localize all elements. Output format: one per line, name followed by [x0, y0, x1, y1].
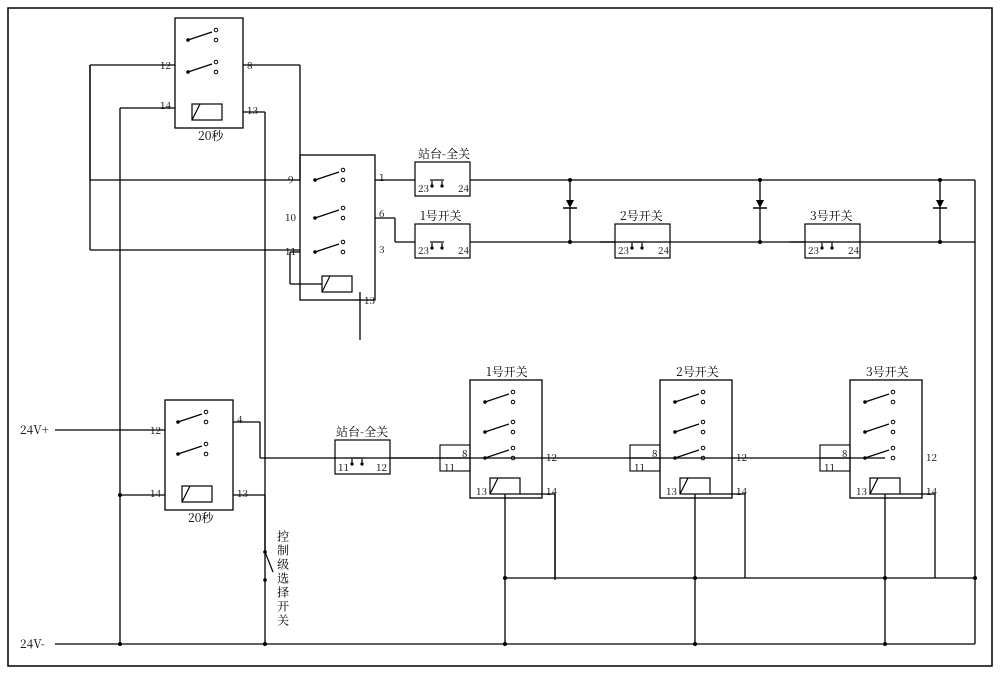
pin-23-d: 23 — [808, 245, 819, 255]
label-switch1-bottom: 1号开关 — [486, 366, 528, 378]
pin-11-2: 11 — [634, 462, 645, 472]
pin-24-c: 24 — [658, 245, 669, 255]
pin-24-b: 24 — [458, 245, 469, 255]
pin-6: 6 — [379, 208, 385, 218]
pin-14b: 14 — [150, 488, 161, 498]
pin-12-3: 12 — [926, 452, 937, 462]
pin-9: 9 — [288, 174, 294, 184]
pin-14-3: 14 — [926, 486, 937, 496]
schematic-svg — [0, 0, 1000, 675]
pin-14-2: 14 — [736, 486, 747, 496]
pin-12-1: 12 — [546, 452, 557, 462]
pin-13-3: 13 — [856, 486, 867, 496]
pin-12-pc: 12 — [376, 462, 387, 472]
pin-8-2: 8 — [652, 448, 658, 458]
pin-13c: 13 — [237, 488, 248, 498]
label-switch2-bottom: 2号开关 — [676, 366, 719, 378]
pin-8-1: 8 — [462, 448, 468, 458]
pin-23-b: 23 — [418, 245, 429, 255]
pin-4: 4 — [237, 414, 243, 424]
label-24v-plus: 24V+ — [20, 424, 49, 436]
pin-24-d: 24 — [848, 245, 859, 255]
pin-8: 8 — [247, 60, 253, 70]
schematic-page: 24V+ 24V- 20秒 20秒 站台-全关 1号开关 2号开关 3号开关 站… — [0, 0, 1000, 675]
pin-14: 14 — [160, 100, 171, 110]
pin-23-c: 23 — [618, 245, 629, 255]
pin-23-a: 23 — [418, 183, 429, 193]
label-platform-all-close-top: 站台-全关 — [418, 148, 470, 160]
pin-12: 12 — [160, 60, 171, 70]
label-24v-minus: 24V- — [20, 638, 45, 650]
label-switch1-top: 1号开关 — [420, 210, 462, 222]
label-20s-top: 20秒 — [198, 130, 223, 142]
label-platform-all-close-bottom: 站台-全关 — [336, 426, 388, 438]
pin-11-pc: 11 — [338, 462, 349, 472]
pin-10: 10 — [285, 212, 296, 222]
pin-13: 13 — [247, 105, 258, 115]
pin-13-2: 13 — [666, 486, 677, 496]
label-switch3-top: 3号开关 — [810, 210, 853, 222]
label-control-level-selector: 控制级选择开关 — [276, 530, 289, 628]
label-switch3-bottom: 3号开关 — [866, 366, 909, 378]
pin-13-1: 13 — [476, 486, 487, 496]
pin-14-1: 14 — [546, 486, 557, 496]
label-20s-bottom: 20秒 — [188, 512, 213, 524]
pin-3: 3 — [379, 244, 385, 254]
pin-12b: 12 — [150, 425, 161, 435]
pin-11: 11 — [285, 246, 296, 256]
pin-12-2: 12 — [736, 452, 747, 462]
label-switch2-top: 2号开关 — [620, 210, 663, 222]
pin-8-3: 8 — [842, 448, 848, 458]
pin-24-a: 24 — [458, 183, 469, 193]
pin-11-1: 11 — [444, 462, 455, 472]
pin-1: 1 — [379, 172, 385, 182]
pin-13b: 13 — [364, 295, 375, 305]
pin-11-3: 11 — [824, 462, 835, 472]
